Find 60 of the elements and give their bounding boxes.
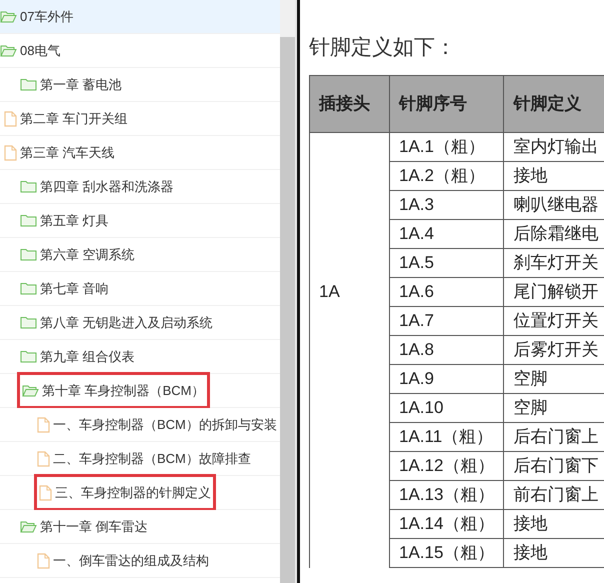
tree-item-label: 第八章 无钥匙进入及启动系统	[40, 314, 213, 332]
tree-item[interactable]: 一、车身控制器（BCM）的拆卸与安装	[0, 408, 280, 442]
tree-item-label: 一、倒车雷达的组成及结构	[53, 552, 209, 570]
table-cell: 1A.7	[390, 306, 504, 336]
tree-item-label: 第三章 汽车天线	[20, 144, 115, 162]
tree-item-label: 第二章 车门开关组	[20, 110, 128, 128]
tree-item-label: 第七章 音响	[40, 280, 109, 298]
tree-item-label: 第九章 组合仪表	[40, 348, 135, 366]
column-header: 插接头	[310, 76, 390, 132]
tree-item-label: 第十一章 倒车雷达	[40, 518, 148, 536]
table-cell: 1A.5	[390, 248, 504, 278]
table-cell: 1A.2（粗）	[390, 162, 504, 190]
file-icon	[37, 416, 50, 432]
file-icon	[39, 484, 52, 500]
table-cell: 1A.4	[390, 220, 504, 248]
tree-item-label: 第五章 灯具	[40, 212, 109, 230]
scrollbar[interactable]	[280, 0, 295, 583]
open-folder-icon	[22, 384, 39, 397]
folder-icon	[20, 316, 37, 329]
open-folder-icon	[0, 44, 17, 57]
folder-icon	[20, 248, 37, 261]
column-header: 针脚序号	[390, 76, 504, 132]
tree-item-label: 第四章 刮水器和洗涤器	[40, 178, 174, 196]
open-folder-icon	[20, 520, 37, 533]
tree-item-label: 二、车身控制器（BCM）故障排查	[53, 450, 251, 468]
tree-item[interactable]: 第十章 车身控制器（BCM）	[0, 374, 280, 408]
folder-icon	[20, 214, 37, 227]
tree-item-label: 第六章 空调系统	[40, 246, 135, 264]
folder-icon	[20, 350, 37, 363]
file-icon	[4, 144, 17, 160]
table-cell: 1A.9	[390, 364, 504, 394]
folder-icon	[20, 282, 37, 295]
tree-item[interactable]: 07车外件	[0, 0, 280, 34]
table-cell: 1A.1（粗）	[390, 132, 504, 162]
table-cell: 1A.6	[390, 278, 504, 306]
file-icon	[37, 552, 50, 568]
document-heading: 针脚定义如下：	[309, 34, 457, 61]
table-cell: 1A.8	[390, 336, 504, 364]
file-icon	[37, 450, 50, 466]
table-cell: 1A.3	[390, 190, 504, 220]
column-header: 针脚定义	[504, 76, 604, 132]
tree-item-label: 三、车身控制器的针脚定义	[55, 484, 211, 502]
table-cell: 1A.10	[390, 394, 504, 422]
table-cell: 1A.13（粗）	[390, 480, 504, 510]
tree-item-label: 第十章 车身控制器（BCM）	[42, 382, 204, 400]
tree-item-label: 一、车身控制器（BCM）的拆卸与安装	[53, 416, 277, 434]
table-cell: 1A.11（粗）	[390, 422, 504, 452]
connector-label: 1A	[319, 282, 340, 302]
folder-icon	[20, 78, 37, 91]
tree-item-label: 07车外件	[20, 8, 74, 26]
file-icon	[4, 110, 17, 126]
open-folder-icon	[0, 10, 17, 23]
tree-item-label: 08电气	[20, 42, 60, 60]
table-cell: 1A.14（粗）	[390, 510, 504, 538]
tree-item-label: 第一章 蓄电池	[40, 76, 122, 94]
tree-item[interactable]: 第十一章 倒车雷达	[0, 510, 280, 544]
tree-item[interactable]: 三、车身控制器的针脚定义	[0, 476, 280, 510]
table-cell: 1A.12（粗）	[390, 452, 504, 480]
table-cell: 1A.15（粗）	[390, 538, 504, 568]
folder-icon	[20, 180, 37, 193]
